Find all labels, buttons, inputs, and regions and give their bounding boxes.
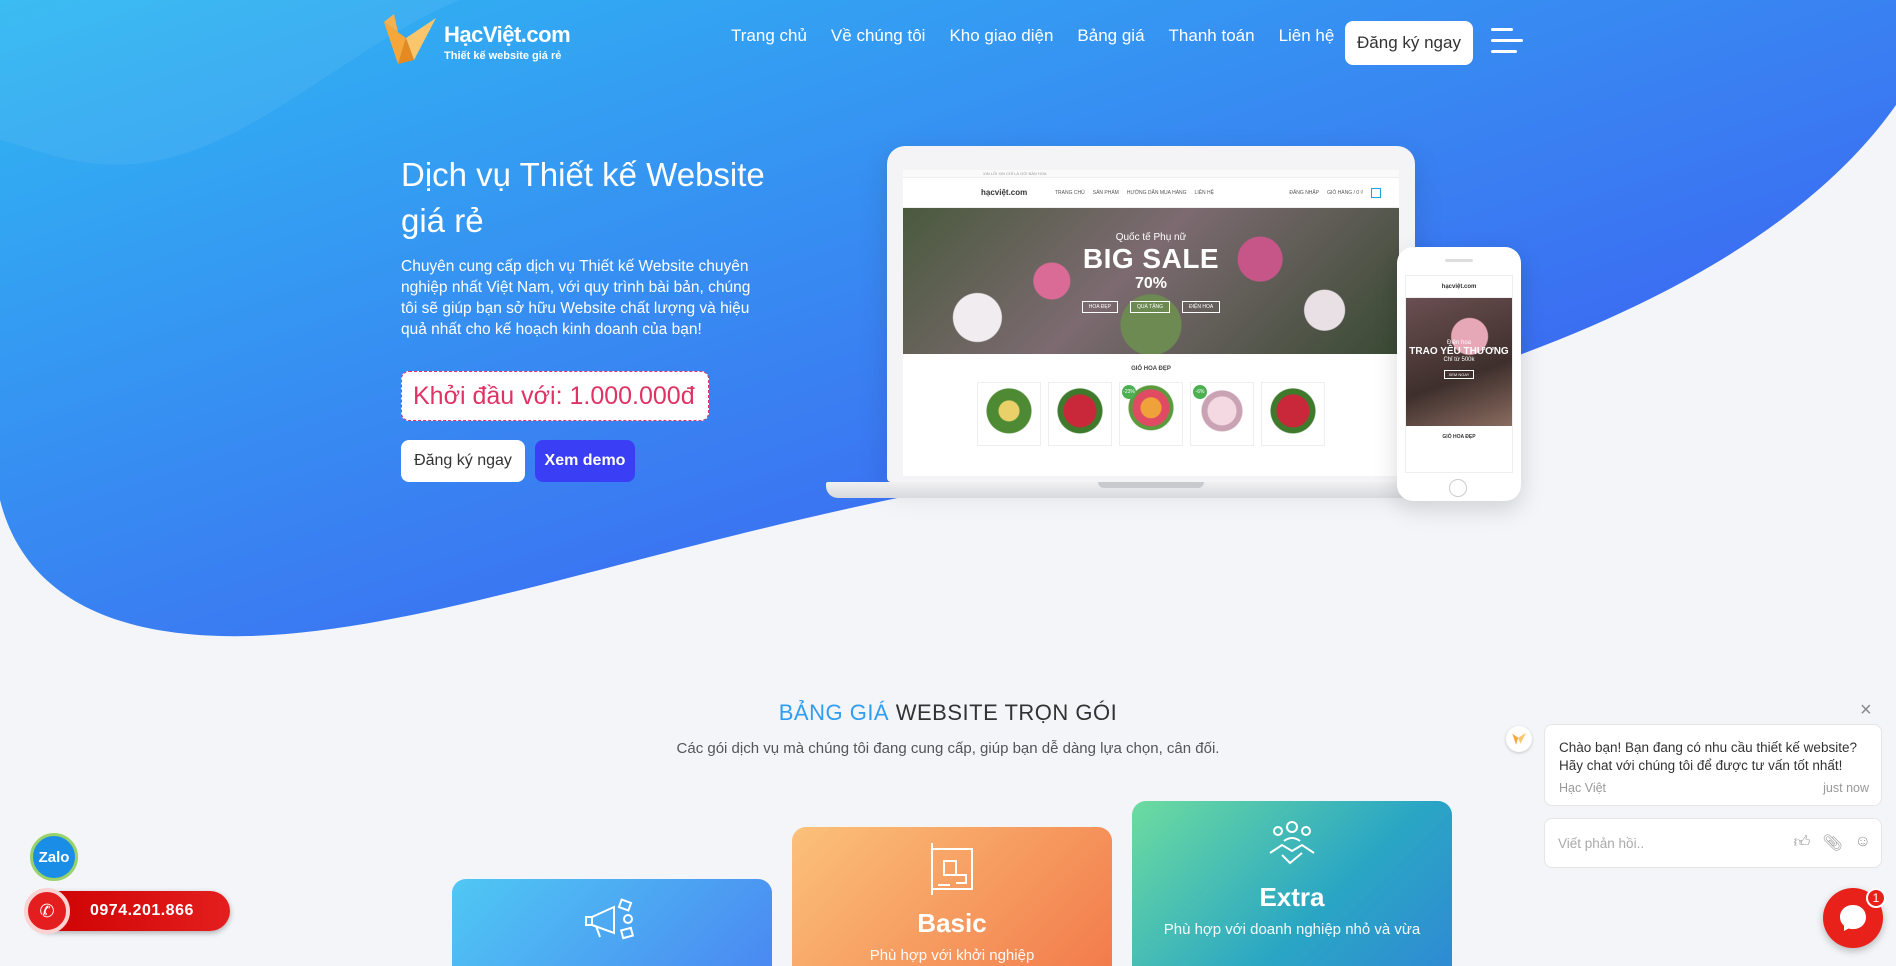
unread-badge: 1	[1866, 888, 1886, 908]
brand-name: HạcViệt.com	[444, 22, 571, 47]
mockup-header: hạcviệt.com TRANG CHỦ SẢN PHẨM HƯỚNG DẪN…	[903, 178, 1399, 208]
phone-banner-line: Chỉ từ 500k	[1443, 357, 1475, 363]
nav-item-home[interactable]: Trang chủ	[731, 26, 807, 46]
mockup-product: -6%	[1190, 382, 1254, 446]
pricing-card-name: Extra	[1259, 882, 1325, 912]
phone-section-title: GIỎ HOA ĐẸP	[1442, 434, 1476, 440]
mockup-logo: hạcviệt.com	[981, 188, 1028, 197]
mockup-login: ĐĂNG NHẬP	[1289, 189, 1320, 196]
mockup-section-title: GIỎ HOA ĐẸP	[1131, 366, 1171, 372]
phone-banner-title: TRAO YÊU THƯƠNG	[1409, 346, 1509, 357]
mockup-cart-label: GIỎ HÀNG / 0 ₫	[1327, 189, 1363, 196]
cart-icon	[1371, 187, 1381, 198]
nav-item-templates[interactable]: Kho giao diện	[949, 26, 1053, 46]
hero-register-button[interactable]: Đăng ký ngay	[401, 440, 525, 482]
mockup-menu-item: LIÊN HỆ	[1194, 189, 1214, 196]
mockup-products: -23% -6%	[903, 382, 1399, 446]
phone-speaker	[1445, 259, 1473, 262]
mockup-banner-subtitle: Quốc tế Phụ nữ	[1115, 232, 1187, 243]
hotline-number: 0974.201.866	[90, 902, 194, 919]
phone-icon: ✆	[24, 888, 70, 934]
nav-item-pricing[interactable]: Bảng giá	[1077, 26, 1144, 46]
header-register-button[interactable]: Đăng ký ngay	[1345, 21, 1473, 65]
mockup-menu: TRANG CHỦ SẢN PHẨM HƯỚNG DẪN MUA HÀNG LI…	[1055, 190, 1214, 196]
mockup-banner-button: ĐIỆN HOA	[1182, 301, 1221, 313]
chat-bubble-icon	[1840, 905, 1866, 931]
chat-reply-box: 👍︎ 📎︎ ☺	[1544, 818, 1882, 868]
chat-reply-input[interactable]	[1558, 835, 1768, 851]
hotline-button[interactable]: ✆ 0974.201.866	[24, 888, 230, 934]
mockup-account: ĐĂNG NHẬP GIỎ HÀNG / 0 ₫	[1289, 187, 1381, 198]
chat-message-text: Chào bạn! Bạn đang có nhu cầu thiết kế w…	[1559, 740, 1857, 773]
mockup-menu-item: SẢN PHẨM	[1092, 189, 1119, 196]
zalo-chat-button[interactable]: Zalo	[30, 833, 78, 881]
handshake-team-icon	[1269, 821, 1315, 865]
phone-banner: Điện hoa TRAO YÊU THƯƠNG Chỉ từ 500k XEM…	[1406, 298, 1512, 426]
hero-title: Dịch vụ Thiết kế Website giá rẻ	[401, 156, 765, 239]
crane-logo-icon	[1512, 732, 1527, 745]
mockup-banner-button: QUÀ TẶNG	[1130, 301, 1171, 313]
phone-mockup: hạcviệt.com Điện hoa TRAO YÊU THƯƠNG Chỉ…	[1397, 247, 1521, 501]
nav-item-about[interactable]: Về chúng tôi	[831, 26, 926, 46]
mockup-menu-item: TRANG CHỦ	[1055, 189, 1085, 196]
hamburger-menu-icon[interactable]	[1491, 28, 1523, 58]
chat-avatar	[1506, 726, 1532, 752]
main-nav: Trang chủ Về chúng tôi Kho giao diện Bản…	[731, 26, 1358, 46]
mockup-banner-button: HOA ĐẸP	[1081, 301, 1119, 313]
starting-price-badge: Khởi đầu với: 1.000.000đ	[401, 371, 709, 421]
brand-tagline: Thiết kế website giá rẻ	[444, 50, 562, 62]
pricing-card-description: Phù hợp với khởi nghiệp	[869, 947, 1035, 964]
phone-home-button	[1449, 479, 1467, 497]
laptop-screen: XIN LỖI XIN CHỈ LÀ GÓI BÁN HOA hạcviệt.c…	[903, 170, 1399, 476]
view-demo-button[interactable]: Xem demo	[535, 440, 635, 482]
pricing-card-name: Basic	[917, 908, 987, 938]
pricing-card-description: Phù hợp với doanh nghiệp nhỏ và vừa	[1163, 921, 1421, 938]
emoji-icon[interactable]: ☺	[1855, 833, 1871, 853]
chat-sender: Hạc Việt	[1559, 781, 1607, 795]
mockup-product	[977, 382, 1041, 446]
phone-screen: hạcviệt.com Điện hoa TRAO YÊU THƯƠNG Chỉ…	[1405, 275, 1513, 473]
mockup-product	[1261, 382, 1325, 446]
laptop-mockup: XIN LỖI XIN CHỈ LÀ GÓI BÁN HOA hạcviệt.c…	[887, 146, 1415, 482]
mockup-product	[1048, 382, 1112, 446]
pricing-card-basic[interactable]: Basic Phù hợp với khởi nghiệp	[792, 827, 1112, 966]
nav-item-payment[interactable]: Thanh toán	[1169, 26, 1255, 46]
phone-banner-button: XEM NGAY	[1443, 370, 1475, 379]
brand-logo[interactable]: HạcViệt.com Thiết kế website giá rẻ	[380, 12, 571, 72]
chat-message: Chào bạn! Bạn đang có nhu cầu thiết kế w…	[1544, 724, 1882, 806]
discount-badge: -6%	[1193, 385, 1207, 399]
pricing-title: BẢNG GIÁ WEBSITE TRỌN GÓI	[0, 700, 1896, 726]
thumbs-up-icon[interactable]: 👍︎	[1794, 833, 1811, 853]
mockup-banner-percent: 70%	[1134, 275, 1168, 292]
discount-badge: -23%	[1122, 385, 1136, 399]
chat-close-icon[interactable]: ×	[1860, 700, 1880, 720]
attachment-icon[interactable]: 📎︎	[1822, 833, 1842, 853]
mockup-product: -23%	[1119, 382, 1183, 446]
pricing-title-highlight: BẢNG GIÁ	[778, 700, 890, 725]
phone-logo: hạcviệt.com	[1406, 276, 1512, 298]
mockup-menu-item: HƯỚNG DẪN MUA HÀNG	[1126, 189, 1187, 196]
pricing-card-extra[interactable]: Extra Phù hợp với doanh nghiệp nhỏ và vừ…	[1132, 801, 1452, 966]
crane-logo-icon	[384, 14, 436, 64]
mockup-banner-title: BIG SALE	[1082, 243, 1220, 274]
laptop-notch	[1098, 482, 1204, 488]
chat-timestamp: just now	[1823, 781, 1869, 795]
blueprint-icon	[931, 843, 973, 895]
pricing-card-starter[interactable]	[452, 879, 772, 966]
megaphone-icon	[585, 898, 635, 940]
hero-description: Chuyên cung cấp dịch vụ Thiết kế Website…	[401, 258, 751, 338]
mockup-topbar: XIN LỖI XIN CHỈ LÀ GÓI BÁN HOA	[903, 170, 1399, 178]
nav-item-contact[interactable]: Liên hệ	[1279, 26, 1335, 46]
pricing-title-rest: WEBSITE TRỌN GÓI	[895, 700, 1118, 725]
mockup-banner: Quốc tế Phụ nữ BIG SALE 70% HOA ĐẸP QUÀ …	[903, 208, 1399, 354]
